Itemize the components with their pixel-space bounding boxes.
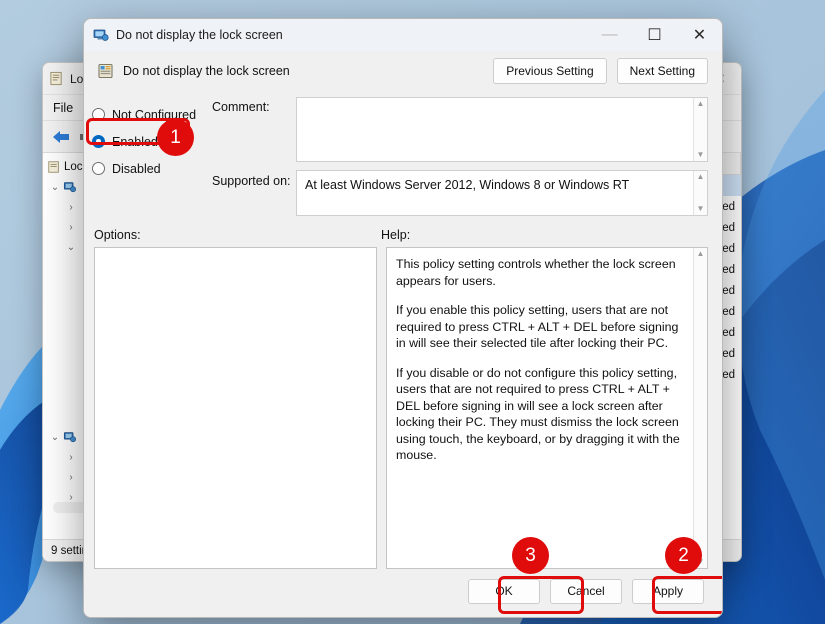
- policy-editor-icon: [49, 71, 64, 86]
- chevron-right-icon[interactable]: ›: [63, 202, 79, 213]
- chevron-right-icon[interactable]: ›: [63, 222, 79, 233]
- radio-not-configured[interactable]: Not Configured: [92, 101, 212, 128]
- comment-value: [297, 98, 313, 161]
- radio-dot-enabled[interactable]: [92, 135, 105, 148]
- dialog-meta-column: Comment: ▲ ▼ Supported on: At least Wind…: [212, 97, 708, 216]
- dialog-panes: This policy setting controls whether the…: [84, 247, 722, 569]
- help-text-content: This policy setting controls whether the…: [387, 248, 707, 472]
- comment-row: Comment: ▲ ▼: [212, 97, 708, 162]
- help-paragraph-1: This policy setting controls whether the…: [396, 257, 676, 288]
- help-scrollbar[interactable]: ▲ ▼: [693, 248, 707, 568]
- pane-labels: Options: Help:: [84, 216, 722, 247]
- chevron-down-icon[interactable]: ⌄: [63, 242, 79, 253]
- radio-label-not-configured: Not Configured: [112, 107, 197, 122]
- dialog-header-title: Do not display the lock screen: [123, 64, 290, 78]
- back-arrow-icon[interactable]: [51, 129, 71, 145]
- annotation-badge-2: 2: [665, 537, 702, 574]
- policy-setting-icon: [98, 63, 115, 79]
- maximize-button[interactable]: ☐: [632, 19, 677, 51]
- dialog-footer: OK Cancel Apply: [84, 569, 722, 617]
- scroll-up-arrow-icon[interactable]: ▲: [697, 173, 705, 181]
- scroll-up-arrow-icon[interactable]: ▲: [697, 250, 705, 258]
- help-label: Help:: [381, 228, 411, 242]
- dialog-titlebar[interactable]: Do not display the lock screen — ☐ ✕: [84, 19, 722, 51]
- chevron-down-icon[interactable]: ⌄: [47, 432, 63, 443]
- policy-setting-dialog[interactable]: Do not display the lock screen — ☐ ✕ Do …: [83, 18, 723, 618]
- radio-enabled[interactable]: Enabled: [92, 128, 212, 155]
- dialog-header: Do not display the lock screen Previous …: [84, 51, 722, 91]
- dialog-titlebar-buttons: — ☐ ✕: [587, 19, 722, 51]
- setting-nav-buttons: Previous Setting Next Setting: [493, 58, 708, 84]
- supported-on-label: Supported on:: [212, 174, 291, 188]
- options-pane[interactable]: [94, 247, 377, 569]
- chevron-down-icon[interactable]: ›: [63, 492, 79, 503]
- radio-dot-not-configured[interactable]: [92, 108, 105, 121]
- annotation-badge-1: 1: [157, 119, 194, 156]
- computer-configuration-icon: [63, 180, 77, 194]
- close-button[interactable]: ✕: [677, 19, 722, 51]
- supported-on-row: Supported on: At least Windows Server 20…: [212, 162, 708, 216]
- state-radio-group[interactable]: Not Configured Enabled Disabled: [86, 97, 212, 216]
- help-pane[interactable]: This policy setting controls whether the…: [386, 247, 708, 569]
- dialog-title: Do not display the lock screen: [116, 28, 283, 42]
- help-paragraph-2: If you enable this policy setting, users…: [396, 303, 679, 350]
- chevron-right-icon[interactable]: ›: [63, 452, 79, 463]
- radio-disabled[interactable]: Disabled: [92, 155, 212, 182]
- menu-item-file[interactable]: File: [53, 101, 73, 115]
- previous-setting-button[interactable]: Previous Setting: [493, 58, 607, 84]
- policy-setting-window-icon: [93, 28, 109, 43]
- supported-on-scrollbar[interactable]: ▲ ▼: [693, 171, 707, 215]
- help-paragraph-3: If you disable or do not configure this …: [396, 365, 680, 463]
- annotation-badge-3: 3: [512, 537, 549, 574]
- options-label: Options:: [94, 228, 141, 242]
- chevron-down-icon[interactable]: ⌄: [47, 182, 63, 193]
- comment-label: Comment:: [212, 100, 270, 114]
- cancel-button[interactable]: Cancel: [550, 578, 622, 604]
- radio-label-disabled: Disabled: [112, 161, 161, 176]
- comment-textarea[interactable]: ▲ ▼: [296, 97, 708, 162]
- scroll-up-arrow-icon[interactable]: ▲: [697, 100, 705, 108]
- chevron-right-icon[interactable]: ›: [63, 472, 79, 483]
- radio-label-enabled: Enabled: [112, 134, 158, 149]
- scroll-down-arrow-icon[interactable]: ▼: [697, 205, 705, 213]
- scroll-down-arrow-icon[interactable]: ▼: [697, 151, 705, 159]
- supported-on-textarea[interactable]: At least Windows Server 2012, Windows 8 …: [296, 170, 708, 216]
- user-configuration-icon: [63, 430, 77, 444]
- next-setting-button[interactable]: Next Setting: [616, 58, 708, 84]
- radio-dot-disabled[interactable]: [92, 162, 105, 175]
- ok-button[interactable]: OK: [468, 578, 540, 604]
- comment-scrollbar[interactable]: ▲ ▼: [693, 98, 707, 161]
- policy-root-icon: [47, 160, 61, 174]
- minimize-button[interactable]: —: [587, 19, 632, 51]
- supported-on-value: At least Windows Server 2012, Windows 8 …: [305, 178, 630, 192]
- apply-button[interactable]: Apply: [632, 578, 704, 604]
